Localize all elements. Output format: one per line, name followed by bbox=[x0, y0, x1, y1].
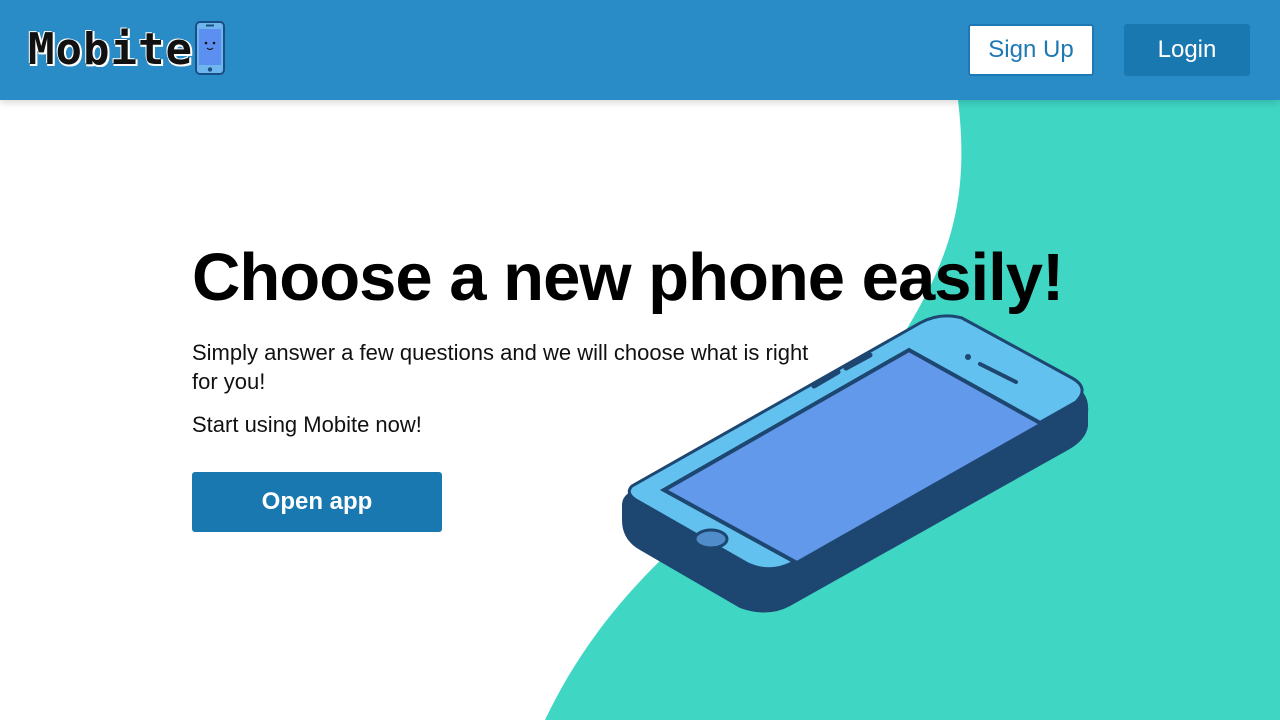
login-button[interactable]: Login bbox=[1124, 24, 1250, 76]
sign-up-button[interactable]: Sign Up bbox=[968, 24, 1094, 76]
hero-cta-text: Start using Mobite now! bbox=[192, 412, 422, 437]
logo-text: Mobite bbox=[28, 24, 193, 75]
open-app-button[interactable]: Open app bbox=[192, 472, 442, 532]
phone-face-icon bbox=[194, 20, 225, 80]
hero-subtitle: Simply answer a few questions and we wil… bbox=[192, 340, 809, 394]
brand-logo[interactable]: Mobite bbox=[28, 20, 225, 80]
top-navbar: Mobite Sign Up Login bbox=[0, 0, 1280, 100]
page-title: Choose a new phone easily! bbox=[192, 240, 1064, 315]
